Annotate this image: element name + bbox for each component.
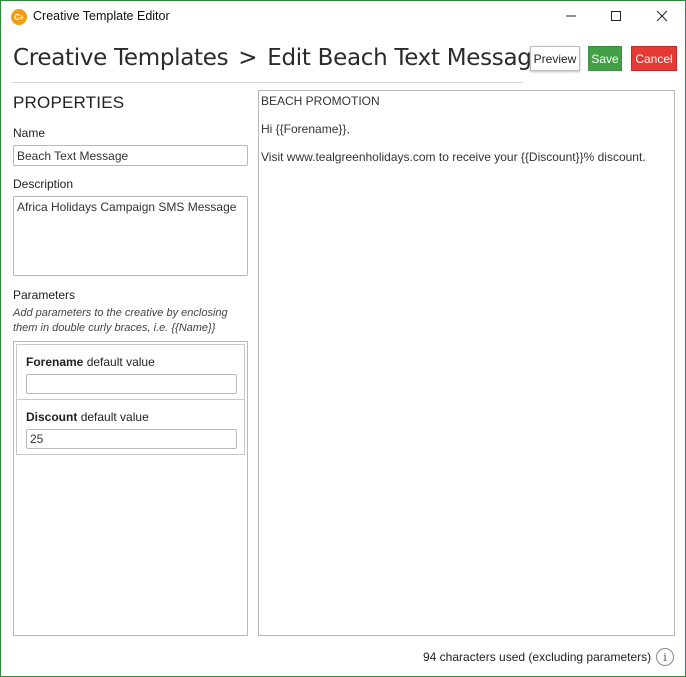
minimize-button[interactable]: [548, 1, 594, 31]
parameter-name: Forename: [26, 355, 84, 369]
close-window-button[interactable]: [639, 1, 685, 31]
message-line: Visit www.tealgreenholidays.com to recei…: [261, 150, 646, 164]
parameter-item-forename: Forename default value: [16, 344, 245, 400]
parameter-item-discount: Discount default value 25: [16, 399, 245, 455]
character-count: 94 characters used (excluding parameters…: [423, 650, 652, 664]
parameter-title: Discount default value: [26, 410, 149, 424]
cancel-button[interactable]: Cancel: [631, 46, 677, 71]
minimize-icon: [566, 15, 576, 17]
header-divider: [11, 82, 523, 83]
preview-button[interactable]: Preview: [530, 46, 580, 71]
parameter-suffix: default value: [80, 410, 149, 424]
message-line: Hi {{Forename}},: [261, 122, 350, 136]
maximize-icon: [611, 11, 621, 21]
message-editor[interactable]: BEACH PROMOTION Hi {{Forename}}, Visit w…: [258, 90, 675, 636]
page-title: Edit Beach Text Message: [267, 45, 546, 71]
name-label: Name: [13, 126, 46, 140]
forename-default-input[interactable]: [26, 374, 237, 394]
description-field[interactable]: Africa Holidays Campaign SMS Message: [13, 196, 248, 276]
properties-heading: PROPERTIES: [13, 93, 125, 112]
editor-window: C+ Creative Template Editor Creative Tem…: [0, 0, 686, 677]
parameter-name: Discount: [26, 410, 78, 424]
parameters-hint: Add parameters to the creative by enclos…: [13, 307, 228, 334]
breadcrumb-separator: >: [238, 45, 258, 71]
breadcrumb: Creative Templates > Edit Beach Text Messa…: [13, 45, 546, 71]
parameter-suffix: default value: [86, 355, 155, 369]
info-icon[interactable]: i: [656, 648, 674, 666]
name-field[interactable]: Beach Text Message: [13, 145, 248, 166]
message-line: BEACH PROMOTION: [261, 94, 380, 108]
description-label: Description: [13, 177, 74, 191]
app-logo-icon: C+: [11, 9, 27, 25]
save-button[interactable]: Save: [588, 46, 622, 71]
maximize-button[interactable]: [593, 1, 639, 31]
breadcrumb-root[interactable]: Creative Templates: [13, 45, 229, 71]
window-title: Creative Template Editor: [33, 9, 170, 23]
title-bar[interactable]: C+ Creative Template Editor: [1, 1, 685, 33]
parameters-label: Parameters: [13, 288, 76, 302]
parameters-list: Forename default value Discount default …: [13, 341, 248, 636]
close-icon: [656, 10, 668, 22]
parameter-title: Forename default value: [26, 355, 155, 369]
discount-default-input[interactable]: 25: [26, 429, 237, 449]
